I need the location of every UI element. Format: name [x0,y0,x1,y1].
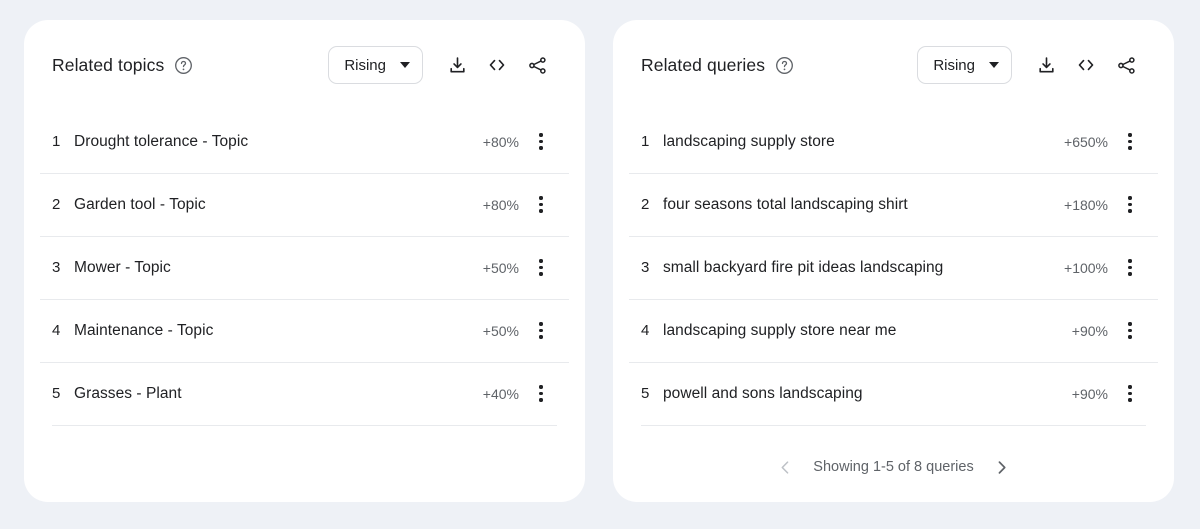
list-item-value: +650% [1064,133,1108,150]
list-item[interactable]: 1 landscaping supply store +650% [629,110,1158,173]
share-icon[interactable] [517,45,557,85]
more-options-icon[interactable] [1114,378,1146,410]
embed-code-icon[interactable] [477,45,517,85]
list-item[interactable]: 5 powell and sons landscaping +90% [629,362,1158,425]
related-queries-card: Related queries Rising 1 landscaping sup… [613,20,1174,502]
page-title: Related topics [52,54,165,75]
list-item-label: powell and sons landscaping [663,384,863,402]
list-item-label: landscaping supply store near me [663,321,897,339]
list-item-label: Maintenance - Topic [74,321,214,339]
list-item-rank: 3 [52,259,61,276]
list-item-label: Mower - Topic [74,258,171,276]
list-item-rank: 4 [52,322,61,339]
header-actions [1026,45,1146,85]
help-circle-icon[interactable] [174,56,193,75]
more-options-icon[interactable] [525,252,557,284]
more-options-icon[interactable] [1114,315,1146,347]
list-item-value: +50% [482,322,519,339]
list-item-label: landscaping supply store [663,132,835,150]
chevron-down-icon [400,62,410,68]
chevron-right-icon[interactable] [988,453,1016,481]
rising-filter-label: Rising [344,56,386,74]
related-topics-card: Related topics Rising 1 Drought toleranc… [24,20,585,502]
list-item-rank: 5 [641,385,650,402]
list-item-label: Garden tool - Topic [74,195,206,213]
rising-filter-select[interactable]: Rising [917,46,1012,84]
more-options-icon[interactable] [525,378,557,410]
list-item-value: +90% [1071,385,1108,402]
trends-panels-board: Related topics Rising 1 Drought toleranc… [0,0,1200,529]
more-options-icon[interactable] [525,315,557,347]
rising-filter-label: Rising [933,56,975,74]
help-circle-icon[interactable] [775,56,794,75]
download-icon[interactable] [1026,45,1066,85]
more-options-icon[interactable] [1114,252,1146,284]
list-item[interactable]: 5 Grasses - Plant +40% [40,362,569,425]
list-item-label: Drought tolerance - Topic [74,132,249,150]
list-item[interactable]: 2 four seasons total landscaping shirt +… [629,173,1158,236]
download-icon[interactable] [437,45,477,85]
list-item-label: Grasses - Plant [74,384,182,402]
card-header: Related queries Rising [613,20,1174,110]
pagination: Showing 1-5 of 8 queries [613,432,1174,502]
more-options-icon[interactable] [525,126,557,158]
list-item[interactable]: 3 small backyard fire pit ideas landscap… [629,236,1158,299]
list-item-rank: 2 [52,196,61,213]
pagination-label: Showing 1-5 of 8 queries [813,459,974,475]
list-item-rank: 2 [641,196,650,213]
share-icon[interactable] [1106,45,1146,85]
list-item-value: +80% [482,133,519,150]
list-item-value: +100% [1064,259,1108,276]
list-item[interactable]: 2 Garden tool - Topic +80% [40,173,569,236]
related-queries-list: 1 landscaping supply store +650% 2 four … [613,110,1174,432]
page-title: Related queries [641,54,766,75]
related-topics-list: 1 Drought tolerance - Topic +80% 2 Garde… [24,110,585,502]
embed-code-icon[interactable] [1066,45,1106,85]
list-item-value: +180% [1064,196,1108,213]
list-end-divider [52,425,557,426]
list-item[interactable]: 4 Maintenance - Topic +50% [40,299,569,362]
rising-filter-select[interactable]: Rising [328,46,423,84]
list-item-label: four seasons total landscaping shirt [663,195,908,213]
list-item-rank: 5 [52,385,61,402]
list-item-value: +80% [482,196,519,213]
list-item-rank: 1 [52,133,61,150]
list-item[interactable]: 4 landscaping supply store near me +90% [629,299,1158,362]
list-item[interactable]: 3 Mower - Topic +50% [40,236,569,299]
more-options-icon[interactable] [1114,189,1146,221]
list-item-value: +50% [482,259,519,276]
list-item-value: +40% [482,385,519,402]
chevron-left-icon[interactable] [771,453,799,481]
list-item-rank: 3 [641,259,650,276]
more-options-icon[interactable] [1114,126,1146,158]
more-options-icon[interactable] [525,189,557,221]
chevron-down-icon [989,62,999,68]
header-actions [437,45,557,85]
list-item-value: +90% [1071,322,1108,339]
card-header: Related topics Rising [24,20,585,110]
list-item-rank: 1 [641,133,650,150]
list-end-divider [641,425,1146,426]
list-item[interactable]: 1 Drought tolerance - Topic +80% [40,110,569,173]
list-item-rank: 4 [641,322,650,339]
list-item-label: small backyard fire pit ideas landscapin… [663,258,944,276]
